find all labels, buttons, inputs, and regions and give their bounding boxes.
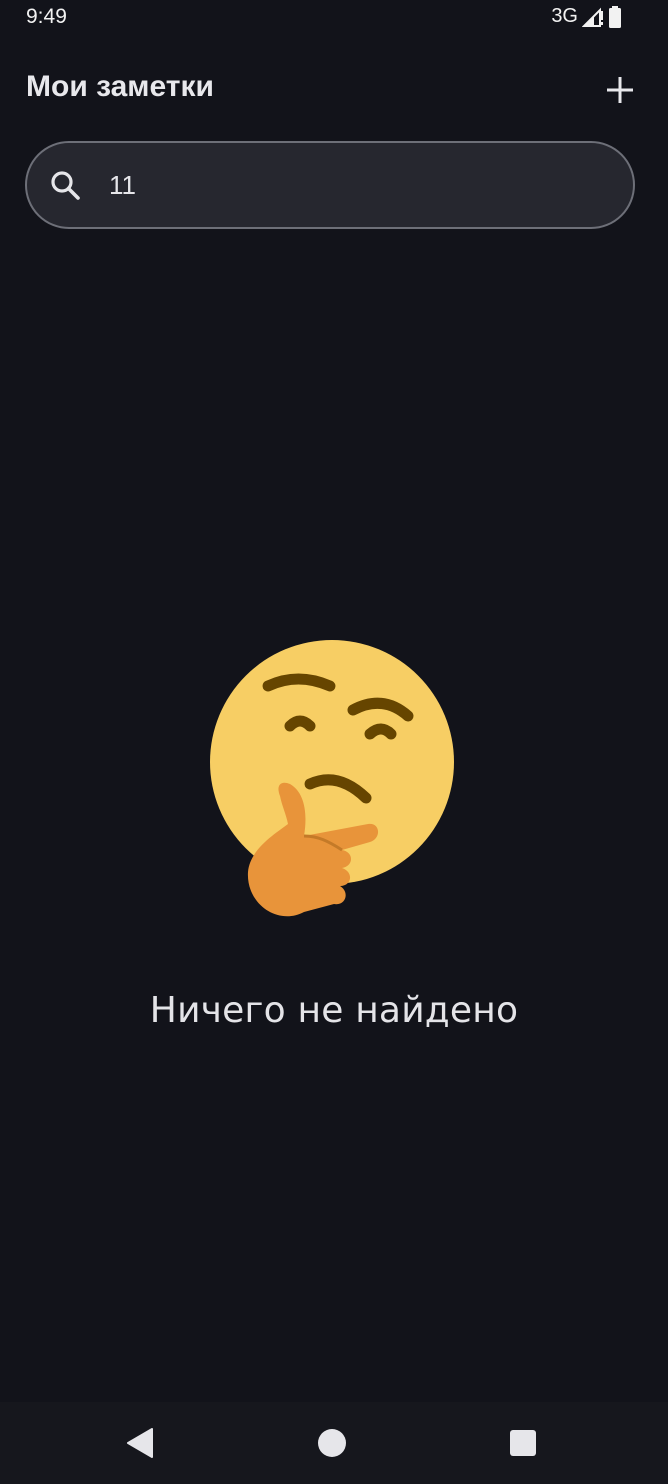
system-nav-bar (0, 1402, 668, 1484)
battery-icon (609, 5, 621, 28)
search-icon (51, 171, 80, 200)
search-bar[interactable] (25, 141, 635, 229)
empty-state-message: Ничего не найдено (149, 990, 519, 1031)
home-icon[interactable] (315, 1426, 349, 1460)
search-input[interactable] (109, 161, 609, 209)
status-time: 9:49 (26, 5, 67, 28)
recents-icon[interactable] (507, 1427, 539, 1459)
page-title: Мои заметки (26, 70, 214, 103)
signal-icon (582, 7, 603, 27)
thinking-face-emoji (210, 640, 454, 917)
add-note-button[interactable] (598, 68, 642, 112)
plus-icon (607, 77, 633, 103)
back-icon[interactable] (124, 1426, 158, 1460)
notes-screen: 9:49 3G Мои заметки 11 Ничего не найдено (0, 0, 668, 1484)
network-type: 3G (551, 5, 578, 27)
status-bar: 9:49 3G (0, 0, 668, 36)
status-indicators: 3G (551, 5, 622, 28)
